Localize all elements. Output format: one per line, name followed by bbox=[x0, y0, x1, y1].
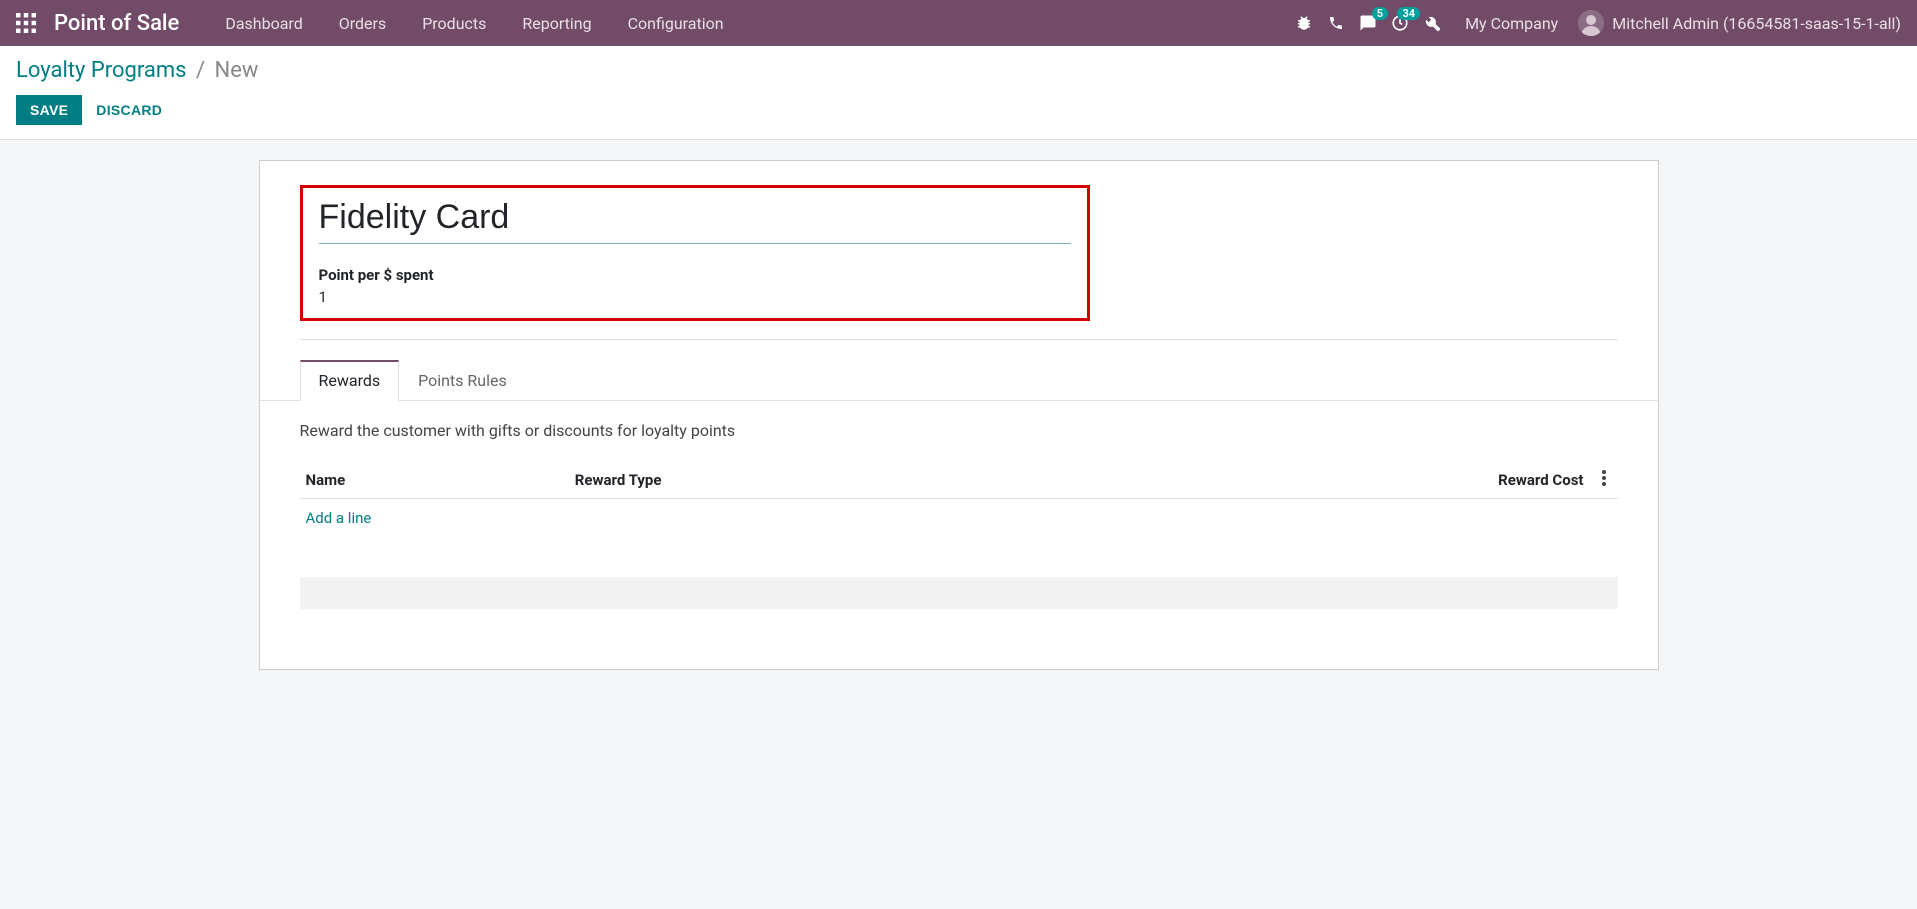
discuss-badge: 5 bbox=[1372, 7, 1388, 20]
menu-products[interactable]: Products bbox=[404, 0, 504, 46]
add-line-link[interactable]: Add a line bbox=[306, 509, 372, 527]
tabs: Rewards Points Rules bbox=[260, 360, 1658, 401]
breadcrumb-separator: / bbox=[196, 58, 205, 83]
menu-dashboard[interactable]: Dashboard bbox=[207, 0, 320, 46]
rewards-description: Reward the customer with gifts or discou… bbox=[300, 421, 1618, 440]
breadcrumb: Loyalty Programs / New bbox=[16, 58, 1901, 83]
user-menu[interactable]: Mitchell Admin (16654581-saas-15-1-all) bbox=[1578, 10, 1901, 36]
breadcrumb-current: New bbox=[215, 58, 259, 83]
highlight-annotation: Point per $ spent 1 bbox=[300, 185, 1091, 321]
activities-badge: 34 bbox=[1397, 7, 1420, 20]
rewards-table: Name Reward Type Reward Cost Add a line bbox=[300, 462, 1618, 537]
kebab-icon bbox=[1602, 470, 1606, 486]
company-switcher[interactable]: My Company bbox=[1465, 14, 1558, 33]
navbar-systray: 5 34 My Company Mitchell Admin (16654581… bbox=[1295, 10, 1901, 36]
tab-points-rules[interactable]: Points Rules bbox=[399, 360, 526, 401]
tools-icon[interactable] bbox=[1423, 14, 1441, 32]
control-panel: Loyalty Programs / New SAVE DISCARD bbox=[0, 46, 1917, 140]
menu-reporting[interactable]: Reporting bbox=[504, 0, 609, 46]
points-per-currency-value[interactable]: 1 bbox=[319, 288, 1072, 306]
col-options[interactable] bbox=[1590, 462, 1618, 499]
tab-rewards[interactable]: Rewards bbox=[300, 360, 400, 401]
program-name-input[interactable] bbox=[319, 196, 1072, 244]
breadcrumb-parent[interactable]: Loyalty Programs bbox=[16, 58, 187, 83]
main-navbar: Point of Sale Dashboard Orders Products … bbox=[0, 0, 1917, 46]
phone-icon[interactable] bbox=[1327, 14, 1345, 32]
col-reward-type[interactable]: Reward Type bbox=[569, 462, 1083, 499]
activities-icon[interactable]: 34 bbox=[1391, 14, 1409, 32]
discard-button[interactable]: DISCARD bbox=[96, 102, 162, 118]
points-per-currency-label: Point per $ spent bbox=[319, 266, 1072, 284]
avatar bbox=[1578, 10, 1604, 36]
bug-icon[interactable] bbox=[1295, 14, 1313, 32]
navbar-menu: Dashboard Orders Products Reporting Conf… bbox=[207, 0, 741, 46]
save-button[interactable]: SAVE bbox=[16, 95, 82, 125]
app-brand[interactable]: Point of Sale bbox=[54, 11, 179, 36]
form-sheet: Point per $ spent 1 Rewards Points Rules… bbox=[259, 160, 1659, 670]
col-reward-cost[interactable]: Reward Cost bbox=[1083, 462, 1590, 499]
sheet-footer-strip bbox=[300, 577, 1618, 609]
apps-icon[interactable] bbox=[16, 13, 36, 33]
menu-configuration[interactable]: Configuration bbox=[610, 0, 742, 46]
tab-rewards-body: Reward the customer with gifts or discou… bbox=[260, 401, 1658, 537]
table-row: Add a line bbox=[300, 499, 1618, 538]
menu-orders[interactable]: Orders bbox=[321, 0, 404, 46]
user-name: Mitchell Admin (16654581-saas-15-1-all) bbox=[1612, 14, 1901, 33]
col-name[interactable]: Name bbox=[300, 462, 569, 499]
form-area: Point per $ spent 1 Rewards Points Rules… bbox=[0, 140, 1917, 710]
discuss-icon[interactable]: 5 bbox=[1359, 14, 1377, 32]
